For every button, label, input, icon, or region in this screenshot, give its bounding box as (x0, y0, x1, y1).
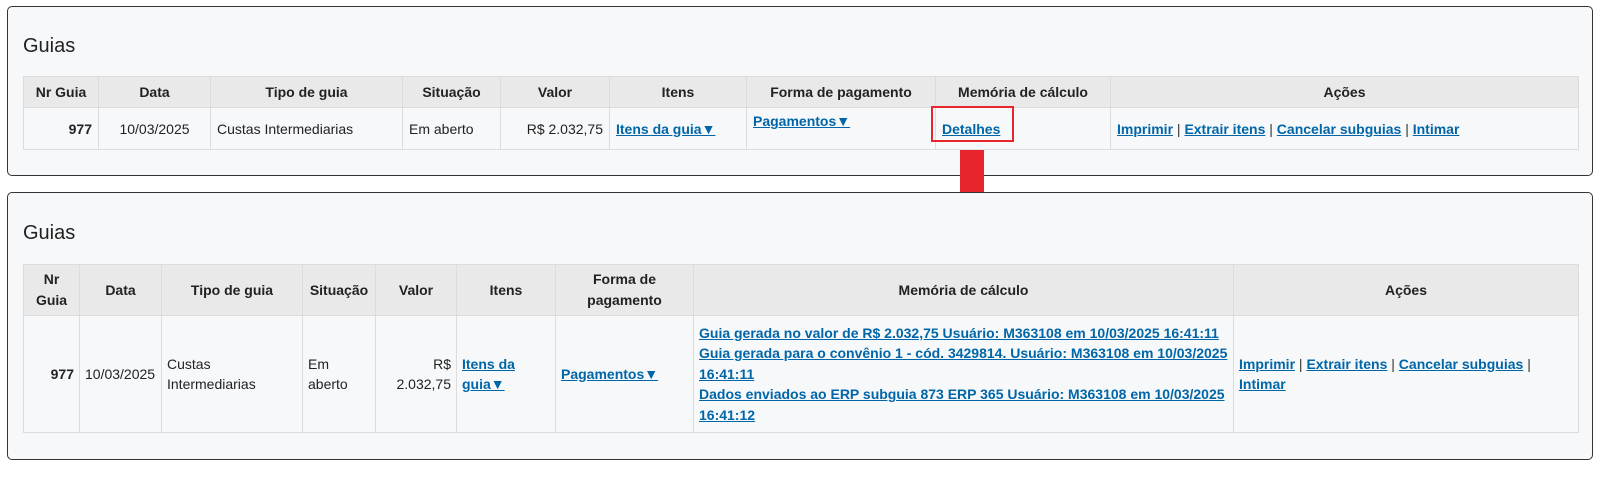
pagamentos-link[interactable]: Pagamentos▼ (561, 366, 658, 382)
cell-valor: R$ 2.032,75 (375, 315, 457, 433)
memoria-entry-link[interactable]: Dados enviados ao ERP subguia 873 ERP 36… (699, 384, 1228, 425)
panel-title: Guias (23, 222, 76, 244)
itens-da-guia-link[interactable]: Itens da guia▼ (462, 356, 515, 393)
itens-da-guia-link[interactable]: Itens da guia▼ (616, 121, 715, 137)
cell-valor: R$ 2.032,75 (500, 107, 610, 150)
col-valor: Valor (375, 264, 457, 316)
col-acoes: Ações (1110, 76, 1579, 108)
col-data: Data (79, 264, 162, 316)
table-header-row: Nr Guia Data Tipo de guia Situação Valor… (23, 264, 1579, 316)
memoria-entry-link[interactable]: Guia gerada no valor de R$ 2.032,75 Usuá… (699, 323, 1228, 344)
col-situacao: Situação (402, 76, 501, 108)
panel-title: Guias (23, 35, 76, 57)
cell-forma-pagamento: Pagamentos▼ (555, 315, 694, 433)
cell-situacao: Em aberto (302, 315, 376, 433)
extrair-itens-link[interactable]: Extrair itens (1306, 356, 1387, 372)
table-row: 977 10/03/2025 Custas Intermediarias Em … (23, 107, 1579, 150)
col-acoes: Ações (1233, 264, 1579, 316)
separator: | (1176, 120, 1181, 137)
separator: | (1298, 355, 1303, 372)
detalhes-link[interactable]: Detalhes (942, 121, 1000, 137)
col-valor: Valor (500, 76, 610, 108)
cell-situacao: Em aberto (402, 107, 501, 150)
cell-itens: Itens da guia▼ (609, 107, 747, 150)
guias-table: Nr Guia Data Tipo de guia Situação Valor… (23, 264, 1579, 433)
cell-acoes: Imprimir | Extrair itens | Cancelar subg… (1110, 107, 1579, 150)
cancelar-subguias-link[interactable]: Cancelar subguias (1277, 121, 1402, 137)
separator: | (1269, 120, 1273, 137)
intimar-link[interactable]: Intimar (1413, 121, 1460, 137)
col-tipo: Tipo de guia (210, 76, 403, 108)
guias-panel-before: Guias Nr Guia Data Tipo de guia Situação… (7, 6, 1593, 176)
col-itens: Itens (609, 76, 747, 108)
col-nr-guia: Nr Guia (23, 76, 99, 108)
intimar-link[interactable]: Intimar (1239, 376, 1286, 392)
cell-data: 10/03/2025 (79, 315, 162, 433)
col-situacao: Situação (302, 264, 376, 316)
memoria-entry-link[interactable]: Guia gerada para o convênio 1 - cód. 342… (699, 343, 1228, 384)
cell-forma-pagamento: Pagamentos▼ (746, 107, 936, 150)
imprimir-link[interactable]: Imprimir (1117, 121, 1173, 137)
cell-nr-guia: 977 (23, 315, 80, 433)
cancelar-subguias-link[interactable]: Cancelar subguias (1399, 356, 1524, 372)
table-header-row: Nr Guia Data Tipo de guia Situação Valor… (23, 76, 1579, 108)
cell-tipo: Custas Intermediarias (161, 315, 303, 433)
pagamentos-link[interactable]: Pagamentos▼ (753, 113, 850, 129)
col-forma-pagamento: Forma de pagamento (746, 76, 936, 108)
separator: | (1405, 120, 1409, 137)
col-tipo: Tipo de guia (161, 264, 303, 316)
col-itens: Itens (456, 264, 556, 316)
imprimir-link[interactable]: Imprimir (1239, 356, 1295, 372)
cell-memoria: Guia gerada no valor de R$ 2.032,75 Usuá… (693, 315, 1234, 433)
col-forma-pagamento: Forma de pagamento (555, 264, 694, 316)
guias-panel-after: Guias Nr Guia Data Tipo de guia Situação… (7, 192, 1593, 460)
separator: | (1527, 355, 1531, 372)
extrair-itens-link[interactable]: Extrair itens (1184, 121, 1265, 137)
cell-tipo: Custas Intermediarias (210, 107, 403, 150)
cell-itens: Itens da guia▼ (456, 315, 556, 433)
table-row: 977 10/03/2025 Custas Intermediarias Em … (23, 315, 1579, 433)
cell-memoria: Detalhes (935, 107, 1111, 150)
cell-data: 10/03/2025 (98, 107, 211, 150)
guias-table: Nr Guia Data Tipo de guia Situação Valor… (23, 76, 1579, 150)
cell-acoes: Imprimir | Extrair itens | Cancelar subg… (1233, 315, 1579, 433)
cell-nr-guia: 977 (23, 107, 99, 150)
separator: | (1391, 355, 1395, 372)
col-nr-guia: Nr Guia (23, 264, 80, 316)
col-data: Data (98, 76, 211, 108)
col-memoria: Memória de cálculo (693, 264, 1234, 316)
col-memoria: Memória de cálculo (935, 76, 1111, 108)
